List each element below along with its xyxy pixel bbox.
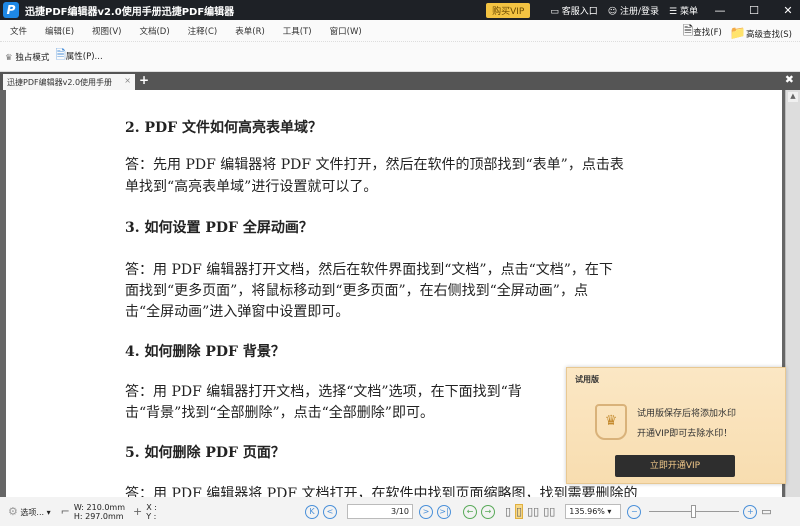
tab-label: 迅捷PDF编辑器v2.0使用手册 [7,78,113,87]
paragraph-line: 单找到“高亮表单域”进行设置就可以了。 [125,179,378,195]
hamburger-icon: ☰ [669,6,680,17]
tab-document[interactable]: 迅捷PDF编辑器v2.0使用手册 × [3,74,135,90]
paragraph-line: 答：用 PDF 编辑器将 PDF 文档打开，在软件中找到页面缩略图，找到需要删除… [125,486,638,497]
popup-message: 试用版保存后将添加水印 [637,409,737,419]
two-page-continuous-icon[interactable]: ▯▯ [543,505,555,518]
zoom-out-button[interactable]: − [627,504,642,519]
prev-page-button[interactable]: < [322,504,337,519]
zoom-select[interactable]: 135.96% ▾ [565,504,622,519]
two-page-icon[interactable]: ▯▯ [527,505,539,518]
heading: 4. 如何删除 PDF 背景？ [125,344,285,360]
paragraph-line: 答：用 PDF 编辑器打开文档，选择“文档”选项，在下面找到“背 [125,384,522,400]
single-page-icon[interactable]: ▯ [505,505,511,518]
tab-bar: 迅捷PDF编辑器v2.0使用手册 × + ✖ [0,72,800,90]
chat-icon: ▭ [550,6,562,17]
first-page-button[interactable]: K [304,504,319,519]
options-button[interactable]: ⚙ 选项... ▾ [8,505,51,518]
folder-search-icon: 📁 [729,25,746,41]
cursor-x: X : [146,502,157,512]
heading: 5. 如何删除 PDF 页面？ [125,445,285,461]
cursor-y: Y : [146,511,157,521]
paragraph-line: 面找到“更多页面”，将鼠标移动到“更多页面”，在右侧找到“全屏动画”，点 [125,283,588,299]
toolbar: ♛ 独占模式 🗎属性(P)... [0,42,800,72]
status-bar: ⚙ 选项... ▾ ⌐ W: 210.0mm H: 297.0mm + X : … [0,497,800,526]
menu-form[interactable]: 表单(R) [225,25,273,37]
fit-width-icon[interactable]: ▭ [761,505,771,518]
dimensions-icon: ⌐ [60,505,70,518]
tab-close-icon[interactable]: × [124,76,131,85]
menu-button[interactable]: ☰ 菜单 [669,4,698,17]
heading: 2. PDF 文件如何高亮表单域？ [125,120,322,136]
heading: 3. 如何设置 PDF 全屏动画？ [125,220,313,236]
next-page-button[interactable]: > [418,504,433,519]
menu-bar: 文件 编辑(E) 视图(V) 文档(D) 注释(C) 表单(R) 工具(T) 窗… [0,20,800,42]
close-button[interactable]: ✕ [776,4,800,17]
crosshair-icon: + [133,505,143,518]
open-vip-button[interactable]: 立即开通VIP [615,455,735,477]
last-page-button[interactable]: >| [436,504,451,519]
zoom-slider[interactable] [649,505,740,518]
paragraph-line: 击“全屏动画”进入弹窗中设置即可。 [125,304,350,320]
page-width: W: 210.0mm [73,502,126,512]
paragraph-line: 击“背景”找到“全部删除”，点击“全部删除”即可。 [125,405,434,421]
maximize-button[interactable]: ☐ [742,4,766,17]
user-icon: ☺ [607,6,620,17]
properties-icon: 🗎 [55,47,66,63]
popup-title: 试用版 [575,375,599,384]
vertical-scrollbar[interactable]: ▲ [785,90,800,497]
page-height: H: 297.0mm [73,511,124,521]
paragraph-line: 答：用 PDF 编辑器打开文档，然后在软件界面找到“文档”，点击“文档”，在下 [125,262,613,278]
scroll-up-icon[interactable]: ▲ [788,92,798,102]
forward-button[interactable]: → [480,504,495,519]
trial-popup: 试用版 ♛ 试用版保存后将添加水印 开通VIP即可去除水印！ 立即开通VIP [566,367,786,484]
popup-message: 开通VIP即可去除水印！ [637,429,733,439]
menu-tools[interactable]: 工具(T) [273,25,320,37]
minimize-button[interactable]: — [708,4,732,17]
find-button[interactable]: 🗎查找(F) [683,22,722,44]
page-number-input[interactable]: 3/10 [346,504,413,519]
add-tab-button[interactable]: + [139,73,149,87]
buy-vip-button[interactable]: 购买VIP [486,2,531,18]
close-all-tabs-button[interactable]: ✖ [785,73,794,86]
crown-icon: ♛ [5,52,16,63]
properties-button[interactable]: 🗎属性(P)... [55,46,102,68]
continuous-page-icon[interactable]: ▯ [515,504,524,519]
zoom-slider-handle[interactable] [691,505,697,518]
menu-window[interactable]: 窗口(W) [320,25,370,37]
menu-file[interactable]: 文件 [0,25,35,37]
menu-view[interactable]: 视图(V) [82,25,129,37]
login-button[interactable]: ☺ 注册/登录 [608,4,659,17]
menu-document[interactable]: 文档(D) [129,25,177,37]
exclusive-mode-button[interactable]: ♛ 独占模式 [5,51,49,63]
vip-crown-icon: ♛ [595,404,627,440]
advanced-find-button[interactable]: 📁高级查找(S) [730,26,792,41]
title-bar: P 迅捷PDF编辑器v2.0使用手册迅捷PDF编辑器 购买VIP ▭ 客服入口 … [0,0,800,20]
find-icon: 🗎 [682,24,694,39]
paragraph-line: 答：先用 PDF 编辑器将 PDF 文件打开，然后在软件的顶部找到“表单”，点击… [125,157,624,173]
support-button[interactable]: ▭ 客服入口 [550,4,597,17]
back-button[interactable]: ← [462,504,477,519]
menu-comment[interactable]: 注释(C) [178,25,226,37]
zoom-in-button[interactable]: + [743,504,758,519]
app-logo: P [3,2,19,18]
menu-edit[interactable]: 编辑(E) [35,25,82,37]
window-title: 迅捷PDF编辑器v2.0使用手册迅捷PDF编辑器 [25,6,235,18]
gear-icon: ⚙ [8,505,18,518]
